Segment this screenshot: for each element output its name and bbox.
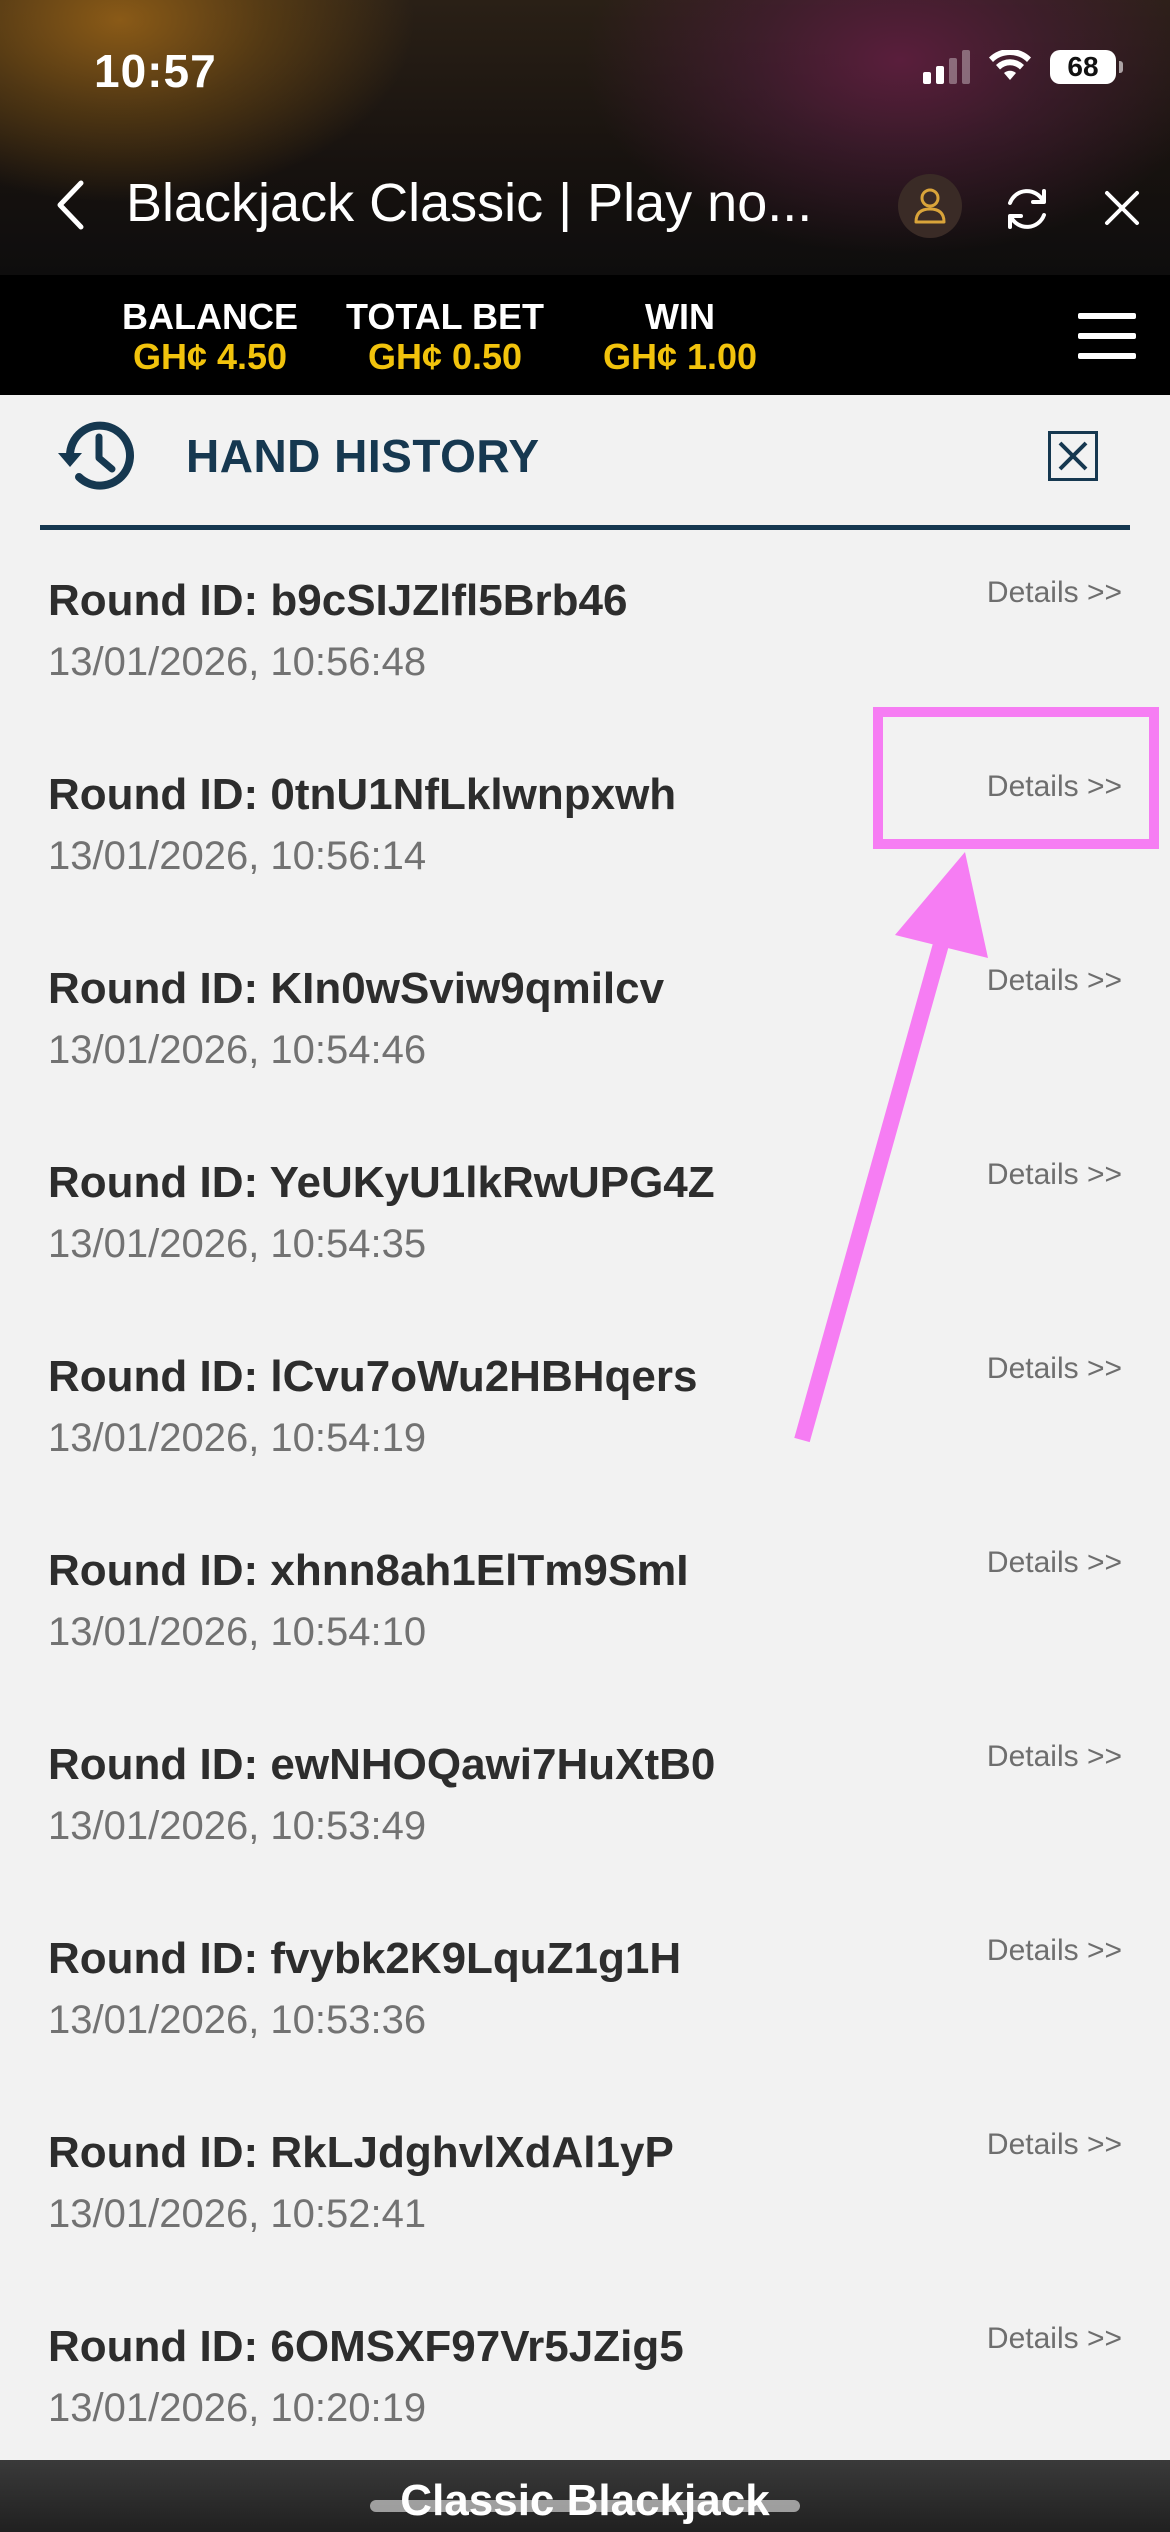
details-link[interactable]: Details >> — [987, 1546, 1122, 1580]
total-bet-value: GH¢ 0.50 — [367, 336, 523, 377]
win-label: WIN — [645, 296, 715, 337]
app-header: 10:57 68 Blackjack Classic | Play no... — [0, 0, 1170, 275]
hand-history-close-button[interactable] — [1048, 431, 1098, 481]
round-timestamp: 13/01/2026, 10:56:48 — [48, 640, 427, 684]
list-item: Round ID: lCvu7oWu2HBHqers 13/01/2026, 1… — [0, 1306, 1170, 1500]
round-id: Round ID: RkLJdghvlXdAl1yP — [48, 2128, 674, 2177]
cellular-signal-icon — [923, 50, 970, 84]
balance-value: GH¢ 4.50 — [132, 336, 288, 377]
balance-label: BALANCE — [122, 296, 298, 337]
round-timestamp: 13/01/2026, 10:20:19 — [48, 2386, 427, 2430]
chevron-left-icon — [57, 180, 84, 230]
refresh-button[interactable] — [1000, 182, 1054, 236]
details-link[interactable]: Details >> — [987, 576, 1122, 610]
list-item: Round ID: fvybk2K9LquZ1g1H 13/01/2026, 1… — [0, 1888, 1170, 2082]
round-timestamp: 13/01/2026, 10:54:35 — [48, 1222, 427, 1266]
round-id: Round ID: KIn0wSviw9qmilcv — [48, 964, 665, 1013]
history-icon — [58, 421, 134, 490]
win-display: WIN GH¢ 1.00 — [590, 297, 770, 377]
refresh-icon — [1008, 189, 1046, 229]
round-timestamp: 13/01/2026, 10:54:10 — [48, 1610, 427, 1654]
details-link[interactable]: Details >> — [987, 1158, 1122, 1192]
home-indicator[interactable] — [370, 2500, 800, 2512]
details-link[interactable]: Details >> — [987, 1352, 1122, 1386]
hand-history-header: HAND HISTORY — [40, 395, 1130, 530]
details-link[interactable]: Details >> — [987, 2322, 1122, 2356]
total-bet-label: TOTAL BET — [346, 296, 544, 337]
list-item: Round ID: ewNHOQawi7HuXtB0 13/01/2026, 1… — [0, 1694, 1170, 1888]
round-id: Round ID: fvybk2K9LquZ1g1H — [48, 1934, 682, 1983]
round-timestamp: 13/01/2026, 10:53:49 — [48, 1804, 427, 1848]
round-id: Round ID: xhnn8ah1ElTm9SmI — [48, 1546, 689, 1595]
round-id: Round ID: ewNHOQawi7HuXtB0 — [48, 1740, 716, 1789]
status-indicators: 68 — [923, 50, 1123, 84]
status-time: 10:57 — [94, 45, 217, 97]
profile-button[interactable] — [898, 174, 962, 238]
close-icon — [1105, 191, 1139, 225]
round-id: Round ID: lCvu7oWu2HBHqers — [48, 1352, 698, 1401]
details-link[interactable]: Details >> — [987, 1740, 1122, 1774]
balance-display: BALANCE GH¢ 4.50 — [120, 297, 300, 377]
battery-level: 68 — [1067, 51, 1099, 82]
title-bar: Blackjack Classic | Play no... — [0, 160, 1170, 250]
list-item: Round ID: KIn0wSviw9qmilcv 13/01/2026, 1… — [0, 918, 1170, 1112]
details-link[interactable]: Details >> — [987, 770, 1122, 804]
game-balance-bar: BALANCE GH¢ 4.50 TOTAL BET GH¢ 0.50 WIN … — [0, 275, 1170, 395]
round-id: Round ID: 6OMSXF97Vr5JZig5 — [48, 2322, 684, 2371]
round-id: Round ID: YeUKyU1lkRwUPG4Z — [48, 1158, 715, 1207]
details-link[interactable]: Details >> — [987, 2128, 1122, 2162]
round-timestamp: 13/01/2026, 10:52:41 — [48, 2192, 427, 2236]
round-timestamp: 13/01/2026, 10:54:19 — [48, 1416, 427, 1460]
close-button[interactable] — [1098, 184, 1146, 232]
round-timestamp: 13/01/2026, 10:54:46 — [48, 1028, 427, 1072]
page-title: Blackjack Classic | Play no... — [126, 173, 813, 233]
round-timestamp: 13/01/2026, 10:53:36 — [48, 1998, 427, 2042]
user-icon — [914, 188, 946, 224]
list-item: Round ID: 6OMSXF97Vr5JZig5 13/01/2026, 1… — [0, 2276, 1170, 2460]
close-icon — [1058, 441, 1088, 471]
hamburger-menu-icon[interactable] — [1078, 313, 1136, 359]
total-bet-display: TOTAL BET GH¢ 0.50 — [340, 297, 550, 377]
details-link[interactable]: Details >> — [987, 1934, 1122, 1968]
list-item: Round ID: 0tnU1NfLklwnpxwh 13/01/2026, 1… — [0, 724, 1170, 918]
list-item: Round ID: YeUKyU1lkRwUPG4Z 13/01/2026, 1… — [0, 1112, 1170, 1306]
round-id: Round ID: 0tnU1NfLklwnpxwh — [48, 770, 677, 819]
battery-icon: 68 — [1050, 50, 1123, 84]
back-button[interactable] — [50, 180, 90, 230]
hand-history-title: HAND HISTORY — [186, 430, 540, 482]
list-item: Round ID: b9cSIJZlfl5Brb46 13/01/2026, 1… — [0, 530, 1170, 724]
round-timestamp: 13/01/2026, 10:56:14 — [48, 834, 427, 878]
wifi-icon — [989, 50, 1031, 80]
rounds-list: Round ID: b9cSIJZlfl5Brb46 13/01/2026, 1… — [0, 530, 1170, 2460]
bottom-bar: Classic Blackjack — [0, 2460, 1170, 2532]
list-item: Round ID: RkLJdghvlXdAl1yP 13/01/2026, 1… — [0, 2082, 1170, 2276]
list-item: Round ID: xhnn8ah1ElTm9SmI 13/01/2026, 1… — [0, 1500, 1170, 1694]
win-value: GH¢ 1.00 — [602, 336, 758, 377]
details-link[interactable]: Details >> — [987, 964, 1122, 998]
round-id: Round ID: b9cSIJZlfl5Brb46 — [48, 576, 628, 625]
